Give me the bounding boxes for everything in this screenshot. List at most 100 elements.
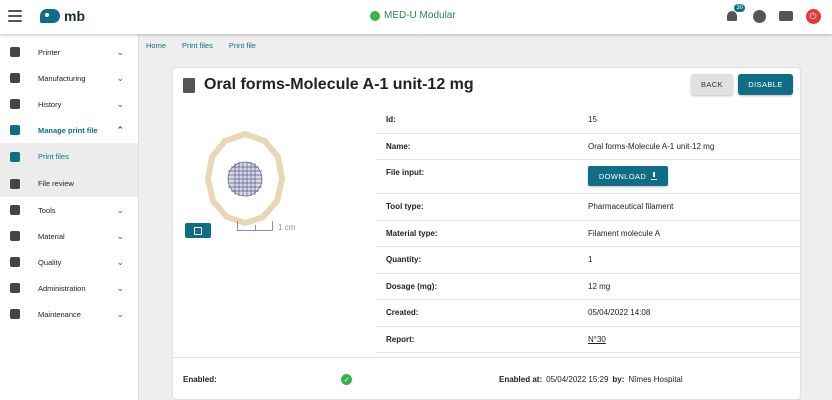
scale-label: 1 cm — [278, 223, 296, 232]
detail-value: 15 — [588, 115, 597, 125]
sidebar-item-tools[interactable]: Tools ⌄ — [0, 197, 138, 223]
enabled-at-label: Enabled at: — [499, 375, 543, 384]
top-app-bar: mb MED-U Modular 30 ⏻ — [0, 0, 832, 34]
detail-value: 05/04/2022 14:08 — [588, 308, 651, 318]
sidebar-item-printer[interactable]: Printer ⌄ — [0, 39, 138, 65]
manufacturing-icon — [10, 73, 20, 83]
topbar-actions: 30 ⏻ — [723, 4, 822, 25]
title-row: Oral forms-Molecule A-1 unit-12 mg — [183, 76, 474, 94]
disable-button[interactable]: DISABLE — [738, 74, 793, 95]
detail-value: Pharmaceutical filament — [588, 202, 674, 212]
sidebar-item-label: Maintenance — [38, 309, 81, 319]
administration-icon — [10, 283, 20, 293]
chevron-down-icon: ⌄ — [116, 257, 124, 267]
download-label: DOWNLOAD — [598, 171, 647, 181]
chevron-down-icon: ⌄ — [116, 47, 124, 57]
sidebar-item-label: Tools — [38, 205, 56, 215]
page-title: Oral forms-Molecule A-1 unit-12 mg — [204, 76, 474, 93]
keyboard-button[interactable] — [777, 7, 795, 25]
sidebar-item-label: Manufacturing — [38, 73, 86, 83]
breadcrumb-print-files[interactable]: Print files — [182, 41, 213, 50]
detail-row-file-input: File input: DOWNLOAD — [376, 160, 800, 194]
edit-icon — [194, 226, 202, 235]
download-button[interactable]: DOWNLOAD — [588, 166, 668, 186]
menu-icon[interactable] — [8, 10, 22, 24]
enabled-at-info: Enabled at: 05/04/2022 15:29 by: Nîmes H… — [499, 375, 683, 384]
chevron-down-icon: ⌄ — [116, 309, 124, 319]
print-file-icon — [183, 77, 195, 93]
maintenance-icon — [10, 309, 20, 319]
chevron-down-icon: ⌄ — [116, 99, 124, 109]
sidebar-item-label: Material — [38, 231, 65, 241]
notification-badge: 30 — [734, 4, 745, 12]
logo-text: mb — [64, 8, 85, 24]
breadcrumb: Home Print files Print file — [146, 41, 256, 50]
detail-key: Created: — [386, 308, 419, 318]
enabled-at-value: 05/04/2022 15:29 — [546, 375, 609, 384]
tools-icon — [10, 205, 20, 215]
sidebar-subnav: Print files File review — [0, 143, 138, 197]
details-table: Id: 15 Name: Oral forms-Molecule A-1 unit-… — [376, 107, 800, 353]
breadcrumb-print-file[interactable]: Print file — [229, 41, 256, 50]
detail-key: Name: — [386, 141, 411, 151]
power-icon: ⏻ — [805, 8, 821, 24]
detail-row-tool-type: Tool type: Pharmaceutical filament — [376, 194, 800, 221]
sidebar-item-label: Printer — [38, 47, 61, 57]
detail-key: File input: — [386, 168, 425, 177]
by-label: by: — [612, 375, 625, 384]
status-online-icon — [370, 10, 380, 21]
detail-row-dosage: Dosage (mg): 12 mg — [376, 274, 800, 300]
back-button[interactable]: BACK — [691, 74, 733, 95]
power-button[interactable]: ⏻ — [804, 7, 822, 25]
status-text: MED-U Modular — [384, 10, 456, 21]
quality-icon — [10, 257, 20, 267]
enabled-check-icon: ✓ — [341, 374, 352, 385]
scale-tick — [255, 225, 256, 230]
manage-print-file-icon — [10, 125, 20, 135]
sidebar-item-label: Administration — [38, 283, 86, 293]
sidebar-item-history[interactable]: History ⌄ — [0, 91, 138, 117]
sidebar-item-maintenance[interactable]: Maintenance ⌄ — [0, 301, 138, 327]
detail-key: Tool type: — [386, 202, 424, 212]
breadcrumb-home[interactable]: Home — [146, 41, 166, 50]
sidebar-item-label: History — [38, 99, 62, 109]
chevron-down-icon: ⌄ — [116, 231, 124, 241]
file-review-icon — [10, 178, 20, 189]
sidebar-item-manufacturing[interactable]: Manufacturing ⌄ — [0, 65, 138, 91]
detail-value: 12 mg — [588, 281, 611, 291]
scale-bar — [237, 221, 273, 231]
detail-value: 1 — [588, 255, 593, 265]
sidebar-item-file-review[interactable]: File review — [0, 170, 138, 197]
chevron-down-icon: ⌄ — [116, 283, 124, 293]
detail-value: Filament molecule A — [588, 228, 661, 238]
account-icon — [752, 9, 766, 23]
sidebar-item-label: File review — [38, 179, 74, 188]
report-link[interactable]: N°30 — [588, 335, 606, 344]
sidebar-item-label: Manage print file — [38, 125, 98, 135]
edit-preview-button[interactable] — [185, 223, 211, 238]
print-file-card: Oral forms-Molecule A-1 unit-12 mg BACK … — [172, 67, 801, 400]
account-button[interactable] — [750, 7, 768, 25]
sidebar-item-material[interactable]: Material ⌄ — [0, 223, 138, 249]
sidebar-item-manage-print-file[interactable]: Manage print file ⌃ — [0, 117, 138, 143]
chevron-down-icon: ⌄ — [116, 73, 124, 83]
sidebar-item-quality[interactable]: Quality ⌄ — [0, 249, 138, 275]
logo-mark-icon — [40, 9, 60, 23]
sidebar-item-administration[interactable]: Administration ⌄ — [0, 275, 138, 301]
detail-key: Id: — [386, 115, 396, 125]
chevron-up-icon: ⌃ — [116, 125, 124, 135]
detail-key: Dosage (mg): — [386, 281, 438, 291]
app-logo[interactable]: mb — [40, 8, 85, 24]
keyboard-icon — [779, 11, 793, 21]
detail-key: Report: — [386, 334, 415, 344]
sidebar: Printer ⌄ Manufacturing ⌄ History ⌄ Manage … — [0, 34, 139, 400]
detail-row-id: Id: 15 — [376, 107, 800, 134]
sidebar-item-label: Print files — [38, 152, 69, 161]
notifications-button[interactable]: 30 — [723, 4, 745, 25]
sidebar-item-print-files[interactable]: Print files — [0, 143, 138, 170]
chevron-down-icon: ⌄ — [116, 205, 124, 215]
sidebar-item-label: Quality — [38, 257, 62, 267]
detail-row-quantity: Quantity: 1 — [376, 247, 800, 274]
detail-row-created: Created: 05/04/2022 14:08 — [376, 300, 800, 327]
detail-key: Quantity: — [386, 255, 422, 265]
